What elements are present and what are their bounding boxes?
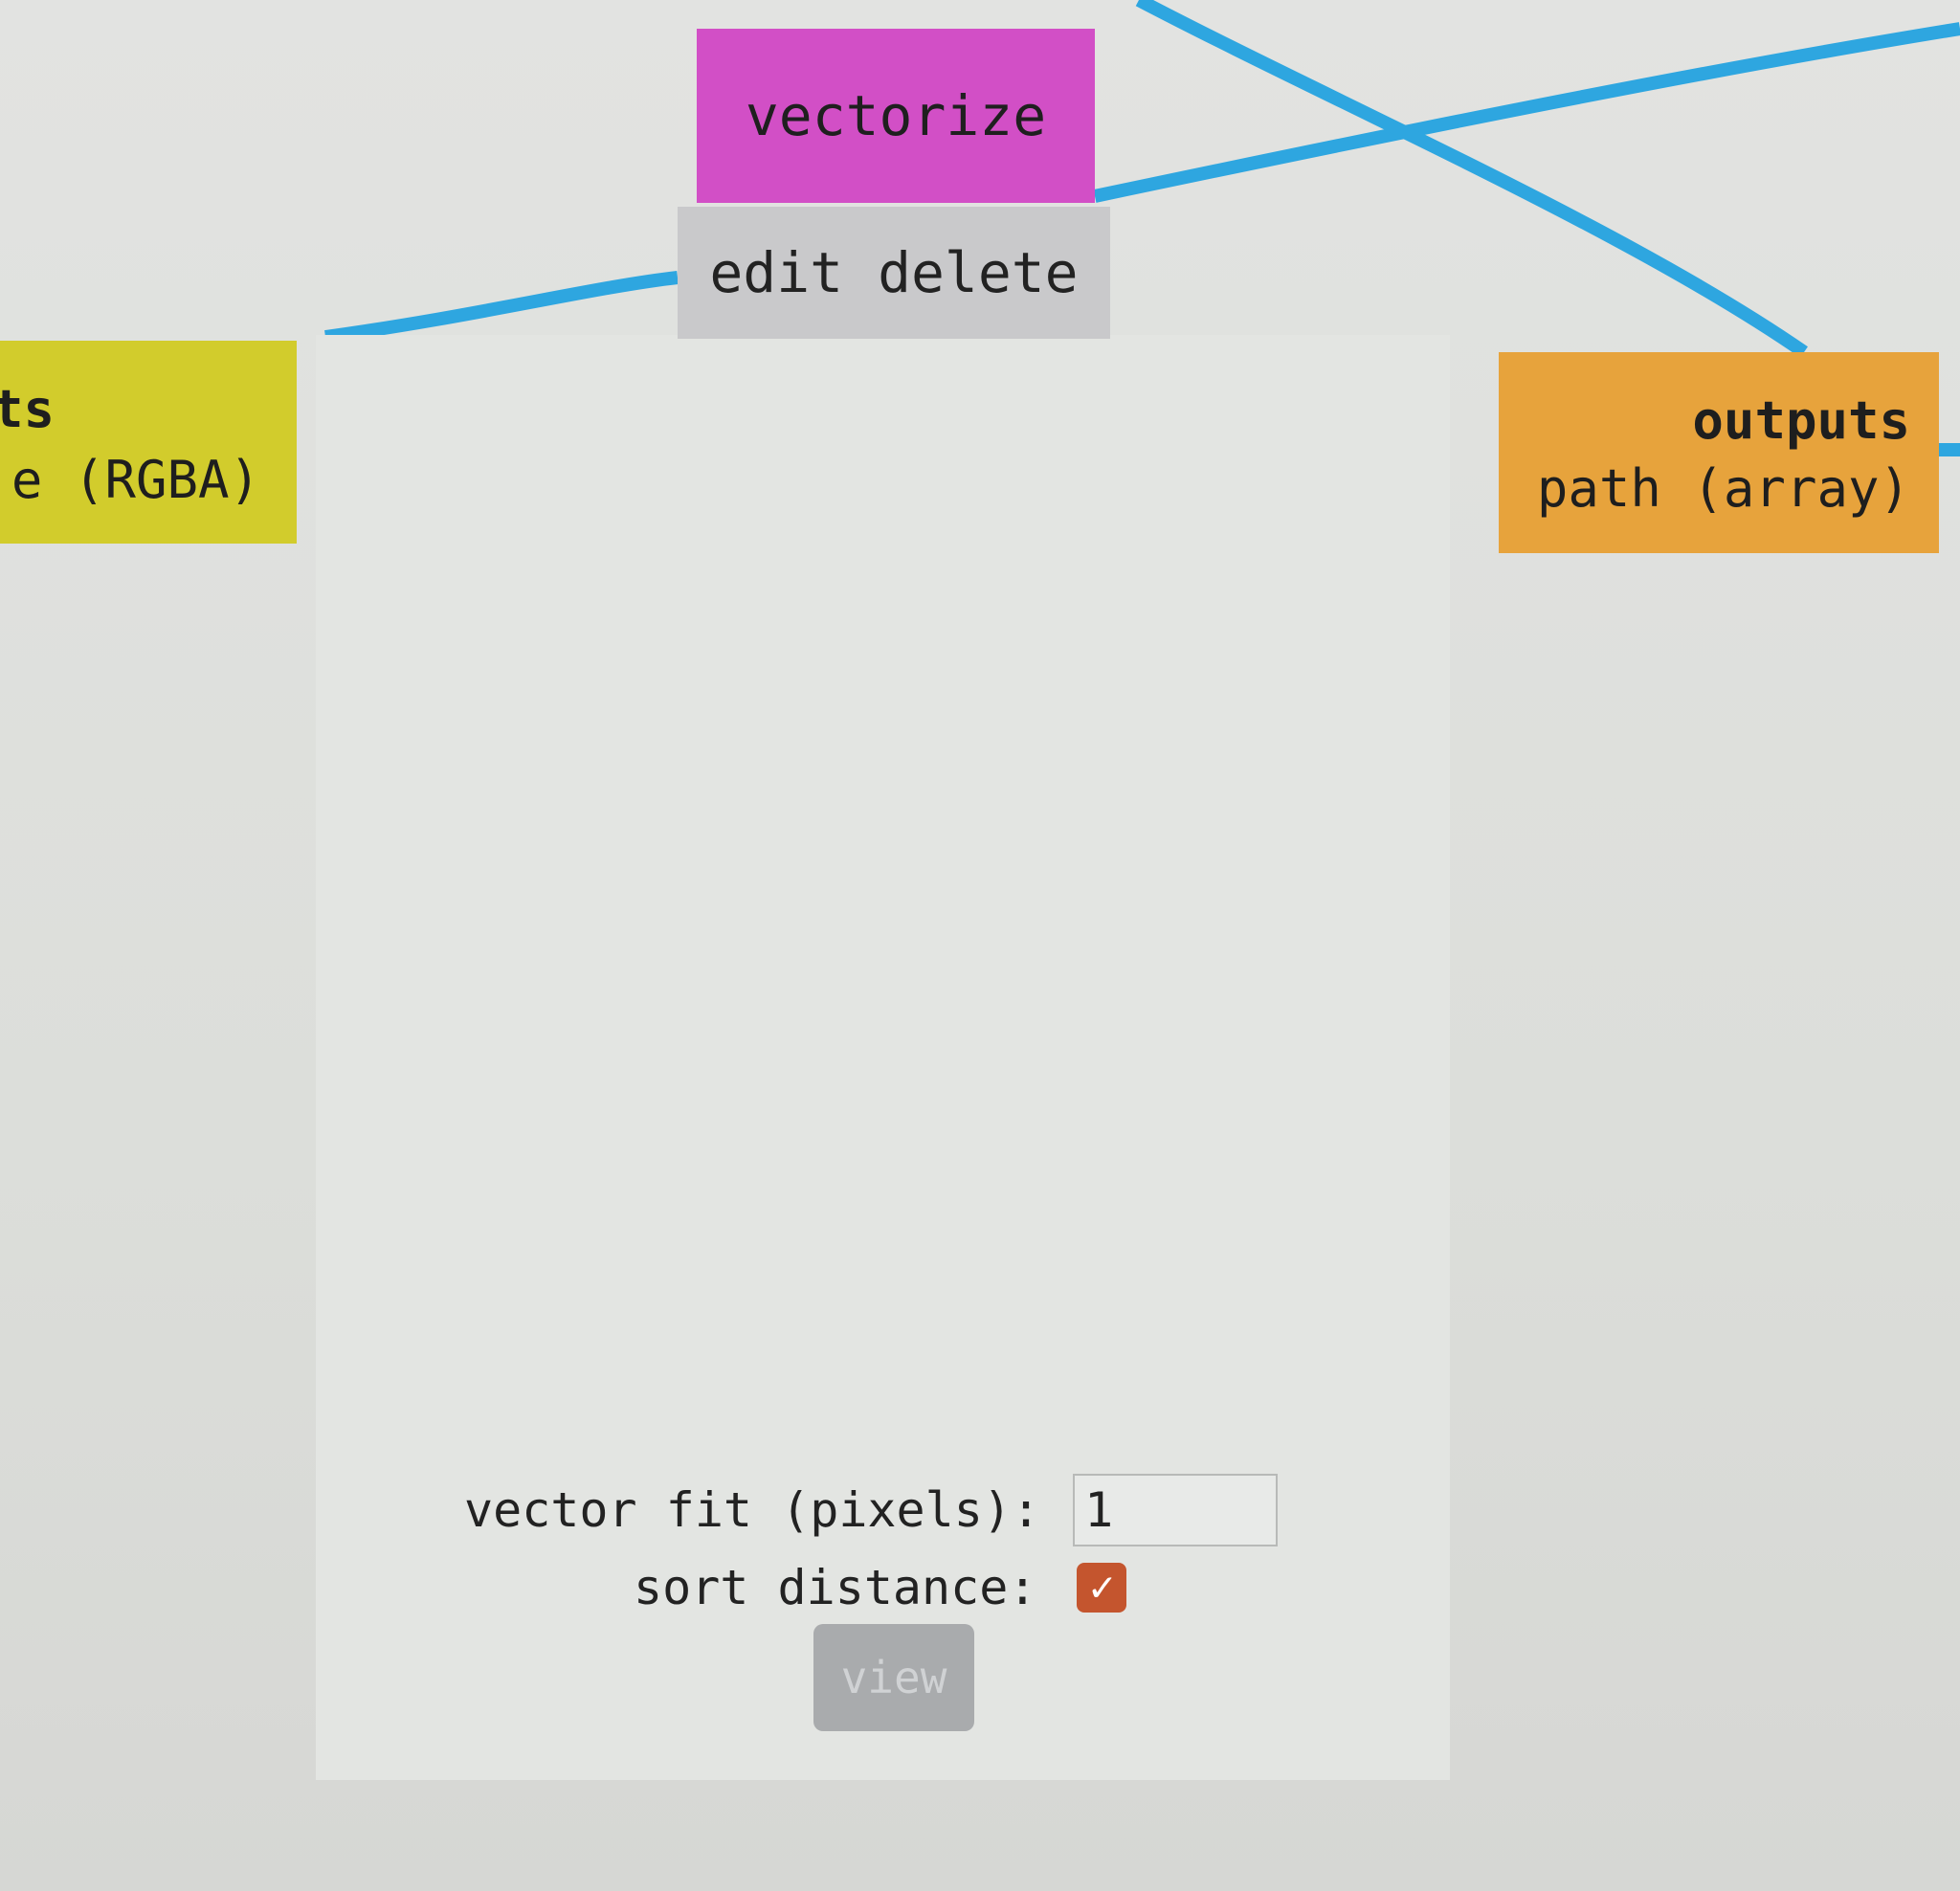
sort-distance-row: sort distance: ✓ <box>634 1560 1127 1615</box>
inputs-port[interactable]: ts e (RGBA) <box>0 341 297 544</box>
delete-link[interactable]: delete <box>878 240 1079 305</box>
outputs-port[interactable]: outputs path (array) <box>1499 352 1939 553</box>
inputs-port-type: e (RGBA) <box>11 450 260 510</box>
vector-fit-row: vector fit (pixels): <box>464 1474 1279 1546</box>
vector-fit-input[interactable] <box>1073 1474 1279 1546</box>
sort-distance-label: sort distance: <box>634 1560 1037 1615</box>
outputs-port-heading: outputs <box>1692 390 1910 451</box>
node-editor-canvas: vectorize edit delete ts e (RGBA) output… <box>0 0 1960 1891</box>
node-title-label: vectorize <box>745 83 1047 148</box>
edit-link[interactable]: edit <box>709 240 843 305</box>
outputs-port-type: path (array) <box>1536 458 1910 519</box>
wire-node-to-right <box>1093 22 1960 203</box>
inputs-port-heading: ts <box>0 379 56 439</box>
sort-distance-checkbox[interactable]: ✓ <box>1077 1563 1127 1613</box>
checkmark-icon: ✓ <box>1089 1563 1115 1612</box>
node-title[interactable]: vectorize <box>697 29 1095 203</box>
wire-top-to-outputs <box>1135 0 1808 358</box>
vector-fit-label: vector fit (pixels): <box>464 1482 1041 1538</box>
node-actions-bar: edit delete <box>678 207 1110 339</box>
wire-input-to-node <box>324 271 679 344</box>
view-button-label: view <box>840 1652 947 1703</box>
view-button[interactable]: view <box>813 1624 974 1731</box>
